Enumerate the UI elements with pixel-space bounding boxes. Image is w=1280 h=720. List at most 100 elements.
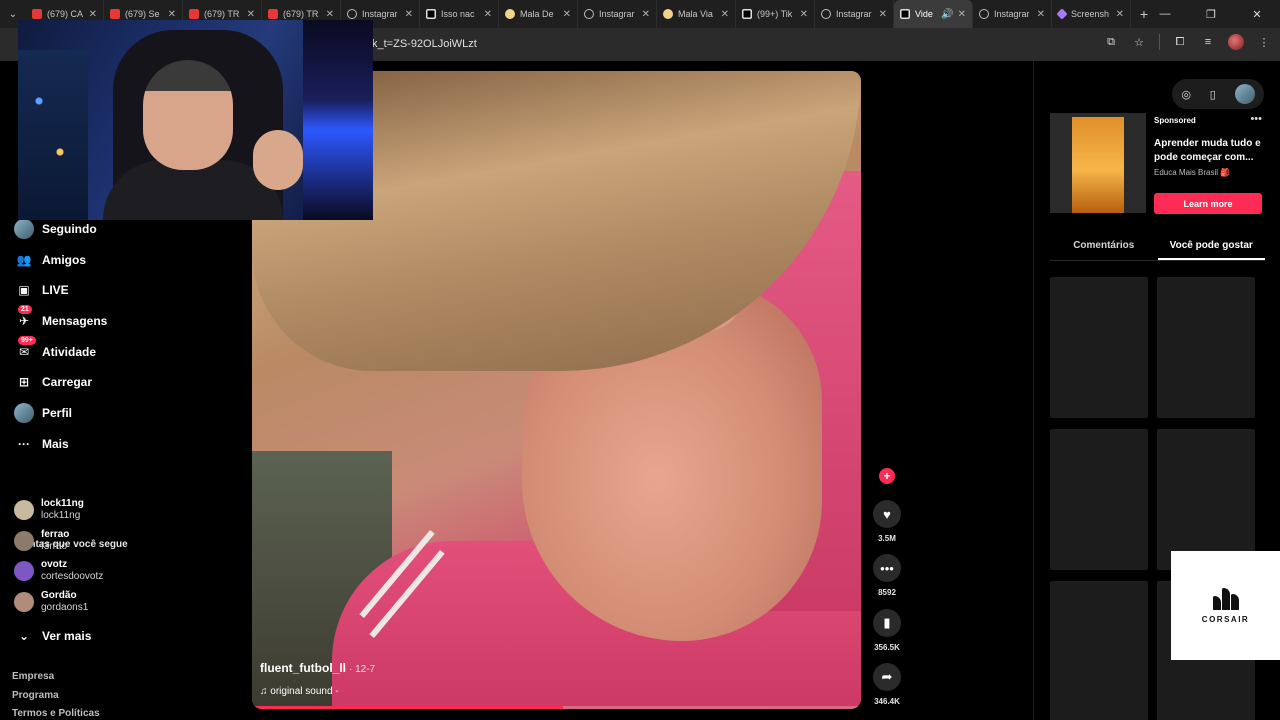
corsair-logo-overlay: CORSAIR [1171,551,1280,660]
following-account[interactable]: lock11ng lock11ng [14,498,84,522]
maximize-icon[interactable]: ❐ [1188,0,1234,28]
browser-tab[interactable]: Mala Via ✕ [657,0,736,28]
close-tab-icon[interactable]: ✕ [89,9,97,20]
close-tab-icon[interactable]: ✕ [484,9,492,20]
ad-title[interactable]: Aprender muda tudo e pode começar com... [1154,137,1266,165]
close-tab-icon[interactable]: ✕ [1037,9,1045,20]
nav-seguindo[interactable]: Seguindo [14,219,97,239]
video-sound[interactable]: ♫ original sound - [260,686,339,697]
streamer-head [143,60,233,170]
follow-plus-icon[interactable]: + [879,468,895,484]
following-account[interactable]: Gordão gordaons1 [14,590,88,614]
nav-icon: ▣ [14,280,34,300]
ad-thumbnail[interactable] [1050,113,1146,213]
close-tab-icon[interactable]: ✕ [326,9,334,20]
nav-carregar[interactable]: ⊞ Carregar [14,372,92,392]
browser-tab[interactable]: Mala De ✕ [499,0,578,28]
avatar [14,531,34,551]
close-tab-icon[interactable]: ✕ [247,9,255,20]
footer-link[interactable]: Programa [12,690,59,701]
phone-icon[interactable]: ▯ [1210,88,1216,101]
tab-voce-pode-gostar[interactable]: Você pode gostar [1157,235,1265,260]
learn-more-button[interactable]: Learn more [1154,193,1262,214]
following-account[interactable]: ferrao f3rrao [14,529,69,553]
web-icon [347,9,357,19]
tab-title: Mala De [520,9,554,19]
tab-title: Instagrar [836,9,872,19]
close-tab-icon[interactable]: ✕ [168,9,176,20]
close-tab-icon[interactable]: ✕ [958,9,966,20]
tab-title: (679) TR [204,9,240,19]
compass-icon[interactable]: ◎ [1181,88,1191,101]
nav-label: Perfil [42,406,73,420]
corsair-wordmark: CORSAIR [1201,614,1250,624]
share-action[interactable]: ➦ 346.4K [873,663,901,706]
ad-image [1072,117,1124,213]
nav-live[interactable]: ▣ LIVE [14,280,69,300]
notification-badge: 99+ [18,336,36,345]
recommended-video-thumb[interactable] [1157,277,1255,418]
like-action[interactable]: ♥ 3.5M [873,500,901,543]
recommended-video-thumb[interactable] [1157,429,1255,570]
tab-comentarios[interactable]: Comentários [1050,235,1158,260]
nav-atividade[interactable]: ✉ 99+ Atividade [14,336,96,362]
chevron-down-icon: ⌄ [18,629,30,643]
nav-amigos[interactable]: 👥 Amigos [14,250,87,270]
recommended-video-thumb[interactable] [1050,429,1148,570]
video-progress-bar[interactable] [252,706,861,709]
save-action[interactable]: ▮ 356.5K [873,609,901,652]
browser-tab[interactable]: (99+) Tik ✕ [736,0,815,28]
install-app-icon[interactable]: ⧉ [1103,34,1119,50]
bookmark-icon[interactable]: ▮ [873,609,901,637]
video-author-line: fluent_futbol_ll · 12-7 [260,661,375,675]
see-more-button[interactable]: ⌄ Ver mais [14,626,91,646]
user-avatar[interactable] [1234,84,1255,104]
media-controls-icon[interactable]: ≡ [1200,34,1216,50]
browser-tab[interactable]: Instagrar ✕ [578,0,657,28]
profile-avatar[interactable] [1228,34,1244,50]
nav-perfil[interactable]: Perfil [14,403,72,423]
heart-icon[interactable]: ♥ [873,500,901,528]
comment-action[interactable]: ••• 8592 [873,554,901,597]
close-tab-icon[interactable]: ✕ [405,9,413,20]
tab-title: Screensh [1071,9,1110,19]
browser-tab[interactable]: Screensh ✕ [1052,0,1131,28]
chrome-menu-icon[interactable]: ⋮ [1256,34,1272,50]
nav-label: LIVE [42,283,69,297]
recommended-video-thumb[interactable] [1050,581,1148,720]
nav-mensagens[interactable]: ✈ 21 Mensagens [14,305,107,331]
nav-icon: ··· [14,434,34,454]
footer-link[interactable]: Empresa [12,671,54,682]
url-text[interactable]: k_t=ZS-92OLJoiWLzt [372,38,477,50]
browser-tab[interactable]: Instagrar ✕ [815,0,894,28]
more-icon: ··· [18,437,30,451]
bookmark-star-icon[interactable]: ☆ [1131,34,1147,50]
more-options-icon[interactable]: ••• [1250,113,1262,125]
web-icon [821,9,831,19]
close-tab-icon[interactable]: ✕ [1116,9,1124,20]
following-account[interactable]: ovotz cortesdoovotz [14,559,103,583]
close-tab-icon[interactable]: ✕ [563,9,571,20]
tab-title: (679) TR [283,9,319,19]
minimize-icon[interactable]: — [1142,0,1188,28]
video-author[interactable]: fluent_futbol_ll [260,661,346,675]
nav-mais[interactable]: ··· Mais [14,434,69,454]
close-tab-icon[interactable]: ✕ [879,9,887,20]
youtube-icon [268,9,278,19]
neon-lights [303,20,373,220]
friends-icon: 👥 [16,253,32,267]
extensions-icon[interactable]: ⧠ [1172,34,1188,50]
browser-tab[interactable]: Vide 🔊 ✕ [894,0,973,28]
share-icon[interactable]: ➦ [873,663,901,691]
close-window-icon[interactable]: ✕ [1234,0,1280,28]
close-tab-icon[interactable]: ✕ [800,9,808,20]
close-tab-icon[interactable]: ✕ [642,9,650,20]
speaker-icon[interactable]: 🔊 [941,9,953,20]
footer-link[interactable]: Termos e Políticas [12,708,100,719]
comment-icon[interactable]: ••• [873,554,901,582]
browser-tab[interactable]: Instagrar ✕ [973,0,1052,28]
recommended-video-thumb[interactable] [1050,277,1148,418]
close-tab-icon[interactable]: ✕ [721,9,729,20]
browser-tab[interactable]: Isso nac ✕ [420,0,499,28]
shot-icon [1056,8,1068,20]
